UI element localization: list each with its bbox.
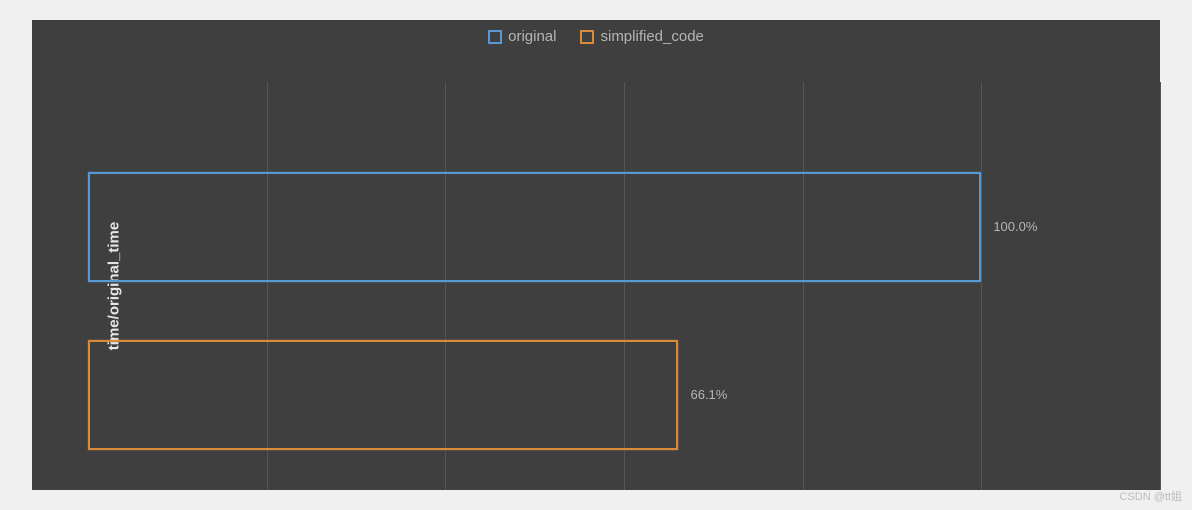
chart-container: original simplified_code time/original_t… — [32, 20, 1160, 490]
legend-label-original: original — [508, 28, 556, 45]
data-label-simplified: 66.1% — [690, 387, 727, 402]
gridline — [1160, 82, 1161, 490]
bar-simplified — [88, 340, 678, 450]
legend-item-original[interactable]: original — [488, 28, 556, 45]
watermark: CSDN @tt姐 — [1119, 488, 1182, 504]
gridline — [803, 82, 804, 490]
legend-swatch-original — [488, 30, 502, 44]
gridline — [981, 82, 982, 490]
data-label-original: 100.0% — [993, 219, 1037, 234]
bar-original — [88, 172, 981, 282]
legend-label-simplified: simplified_code — [600, 28, 703, 45]
plot-area: time/original_time 100.0% 66.1% — [88, 82, 1160, 490]
legend-swatch-simplified — [580, 30, 594, 44]
chart-legend: original simplified_code — [32, 28, 1160, 45]
legend-item-simplified[interactable]: simplified_code — [580, 28, 703, 45]
